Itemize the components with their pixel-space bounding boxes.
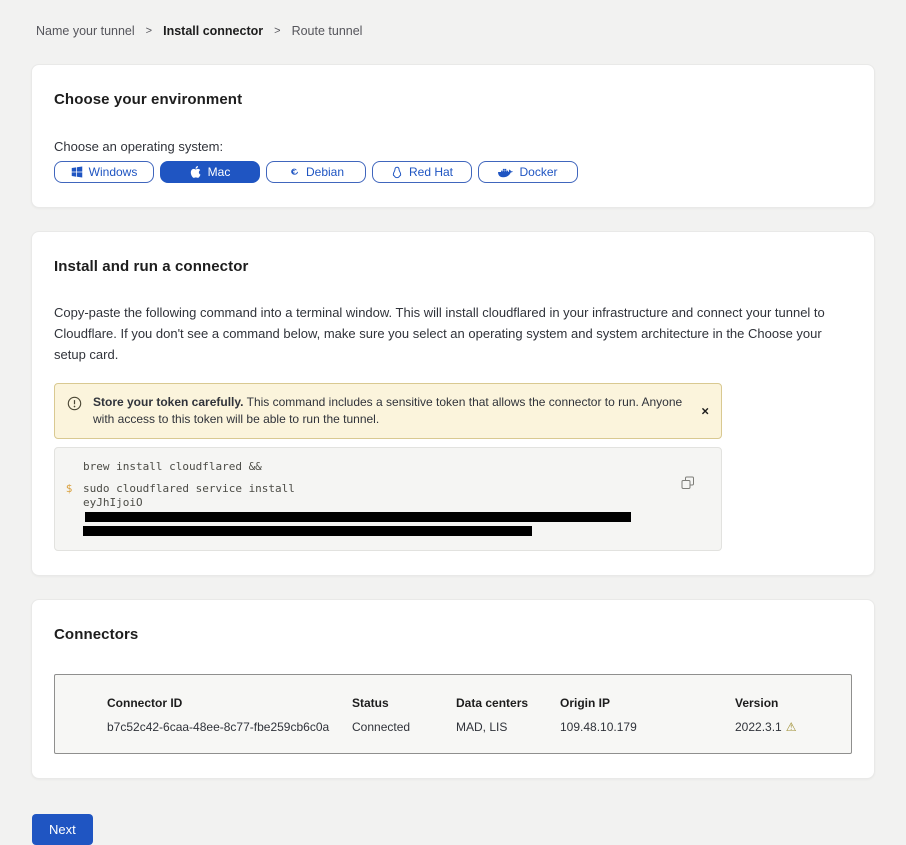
next-button[interactable]: Next bbox=[32, 814, 93, 845]
os-button-docker[interactable]: Docker bbox=[478, 161, 578, 183]
breadcrumb-step-route-tunnel[interactable]: Route tunnel bbox=[292, 24, 363, 38]
os-button-windows[interactable]: Windows bbox=[54, 161, 154, 183]
os-button-label: Docker bbox=[519, 165, 557, 179]
copy-icon[interactable] bbox=[681, 476, 695, 493]
install-card-title: Install and run a connector bbox=[54, 258, 852, 275]
os-button-redhat[interactable]: Red Hat bbox=[372, 161, 472, 183]
status-badge: Connected bbox=[352, 720, 456, 734]
token-warning-title: Store your token carefully. bbox=[93, 395, 244, 409]
os-button-debian[interactable]: Debian bbox=[266, 161, 366, 183]
windows-icon bbox=[71, 166, 83, 178]
column-version: Version 2022.3.1 ⚠ bbox=[735, 696, 841, 734]
token-warning-banner: Store your token carefully. This command… bbox=[54, 383, 722, 439]
environment-card: Choose your environment Choose an operat… bbox=[31, 64, 875, 208]
os-button-mac[interactable]: Mac bbox=[160, 161, 260, 183]
debian-icon bbox=[288, 166, 300, 178]
breadcrumb: Name your tunnel > Install connector > R… bbox=[0, 0, 906, 38]
code-line-service-install: $ sudo cloudflared service install eyJhI… bbox=[55, 482, 681, 536]
table-header-status: Status bbox=[352, 696, 456, 710]
data-centers-value: MAD, LIS bbox=[456, 720, 560, 734]
os-button-label: Mac bbox=[208, 165, 231, 179]
connectors-table: Connector ID b7c52c42-6caa-48ee-8c77-fbe… bbox=[54, 674, 852, 754]
redacted-token-bar bbox=[83, 526, 532, 536]
connector-id-value: b7c52c42-6caa-48ee-8c77-fbe259cb6c0a bbox=[107, 720, 352, 734]
breadcrumb-separator: > bbox=[274, 25, 280, 37]
table-header-data-centers: Data centers bbox=[456, 696, 560, 710]
table-header-origin-ip: Origin IP bbox=[560, 696, 735, 710]
version-number: 2022.3.1 bbox=[735, 720, 782, 734]
origin-ip-value: 109.48.10.179 bbox=[560, 720, 735, 734]
close-icon[interactable]: × bbox=[701, 405, 709, 418]
os-button-label: Windows bbox=[89, 165, 138, 179]
os-button-group: Windows Mac Debian Red Hat bbox=[54, 161, 852, 183]
redacted-token-bar bbox=[85, 512, 631, 522]
column-data-centers: Data centers MAD, LIS bbox=[456, 696, 560, 734]
column-status: Status Connected bbox=[352, 696, 456, 734]
os-select-label: Choose an operating system: bbox=[54, 139, 852, 154]
code-command-line: sudo cloudflared service install bbox=[83, 482, 295, 495]
main-content: Choose your environment Choose an operat… bbox=[31, 64, 875, 779]
apple-icon bbox=[190, 165, 202, 179]
breadcrumb-step-install-connector[interactable]: Install connector bbox=[163, 24, 263, 38]
install-command-code-block: brew install cloudflared && $ sudo cloud… bbox=[54, 447, 722, 551]
install-description: Copy-paste the following command into a … bbox=[54, 302, 850, 365]
breadcrumb-separator: > bbox=[146, 25, 152, 37]
column-connector-id: Connector ID b7c52c42-6caa-48ee-8c77-fbe… bbox=[107, 696, 352, 734]
code-line-brew: brew install cloudflared && bbox=[55, 460, 681, 474]
os-button-label: Debian bbox=[306, 165, 344, 179]
docker-icon bbox=[498, 167, 513, 178]
redhat-icon bbox=[391, 166, 403, 179]
breadcrumb-step-name-tunnel[interactable]: Name your tunnel bbox=[36, 24, 135, 38]
footer-actions: Next bbox=[32, 814, 906, 845]
connectors-card-title: Connectors bbox=[54, 626, 852, 643]
token-warning-text: Store your token carefully. This command… bbox=[93, 394, 691, 428]
table-header-connector-id: Connector ID bbox=[107, 696, 352, 710]
os-button-label: Red Hat bbox=[409, 165, 453, 179]
warning-triangle-icon: ⚠ bbox=[786, 720, 797, 734]
column-origin-ip: Origin IP 109.48.10.179 bbox=[560, 696, 735, 734]
table-header-version: Version bbox=[735, 696, 841, 710]
alert-circle-icon bbox=[67, 394, 83, 428]
install-card: Install and run a connector Copy-paste t… bbox=[31, 231, 875, 576]
shell-prompt: $ bbox=[55, 482, 83, 536]
code-command-text: sudo cloudflared service install eyJhIjo… bbox=[83, 482, 681, 536]
version-value: 2022.3.1 ⚠ bbox=[735, 720, 841, 734]
environment-card-title: Choose your environment bbox=[54, 91, 852, 108]
connectors-card: Connectors Connector ID b7c52c42-6caa-48… bbox=[31, 599, 875, 779]
token-prefix: eyJhIjoiO bbox=[83, 496, 143, 509]
